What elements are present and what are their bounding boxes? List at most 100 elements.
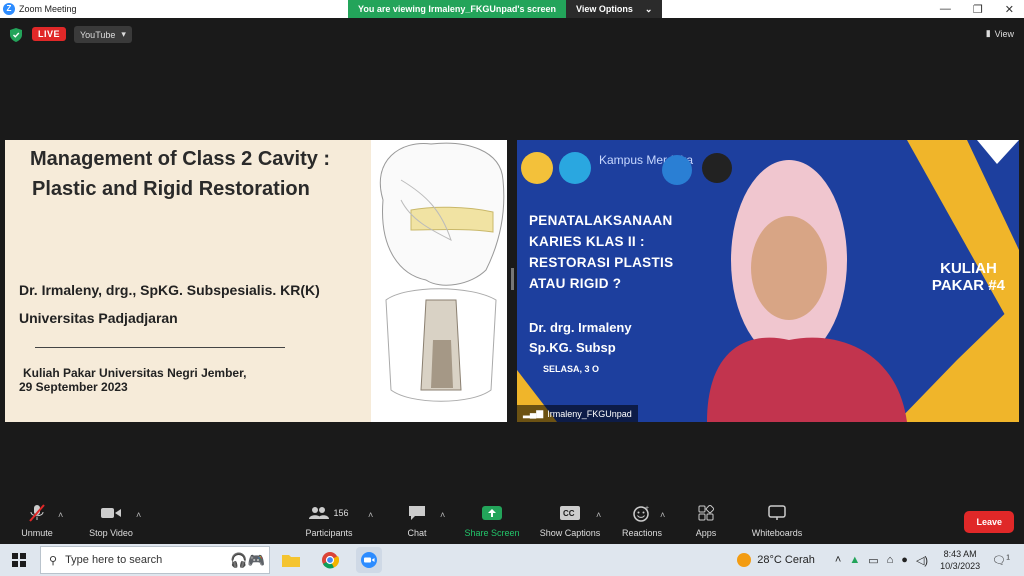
chat-button[interactable]: Chat [400,502,434,538]
tray-mic-icon[interactable]: ● [901,554,908,566]
windows-taskbar: ⚲ Type here to search 🎧🎮 28°C Cerah ˄ ▲ … [0,544,1024,576]
taskbar-clock[interactable]: 8:43 AM 10/3/2023 [940,548,980,572]
slide-university: Universitas Padjadjaran [19,310,178,326]
tray-battery-icon[interactable]: ▭ [868,554,878,567]
view-layout-icon: ▮ [985,28,991,38]
participants-button[interactable]: 156 Participants [300,502,358,538]
zoom-taskbar-icon[interactable] [356,547,382,573]
participant-name: Irmaleny_FKGUnpad [547,408,632,419]
dropdown-arrow-icon: ▾ [121,29,126,39]
participants-count: 156 [333,508,349,518]
reactions-options-caret[interactable]: ˄ [660,510,665,520]
participants-label: Participants [305,528,353,538]
signal-icon: ▂▄▆ [523,408,544,418]
slide-title-line1: Management of Class 2 Cavity : [30,148,331,170]
slide-divider [35,347,285,348]
minimize-icon[interactable]: — [940,3,951,15]
viewing-banner: You are viewing Irmaleny_FKGUnpad's scre… [348,0,663,18]
slide-event-line1: Kuliah Pakar Universitas Negri Jember, [23,366,247,380]
slide-author: Dr. Irmaleny, drg., SpKG. Subspesialis. … [19,282,320,298]
participants-icon [309,507,330,519]
weather-text[interactable]: 28°C Cerah [757,554,815,566]
video-camera-icon [101,508,121,518]
whiteboards-button[interactable]: Whiteboards [746,502,808,538]
file-explorer-icon[interactable] [278,547,304,573]
event-date: SELASA, 3 O [543,364,600,374]
restore-icon[interactable]: ❐ [973,3,983,16]
tray-chevron-icon[interactable]: ˄ [835,554,841,566]
clock-date: 10/3/2023 [940,561,981,571]
speaker-name-line1: Dr. drg. Irmaleny [529,320,632,335]
apps-icon [698,505,714,521]
show-captions-button[interactable]: CC Show Captions [536,502,604,538]
whiteboard-icon [768,505,786,520]
sponsor-logos: Kampus Merdeka [517,148,767,188]
participants-options-caret[interactable]: ˄ [368,510,373,520]
share-screen-label: Share Screen [464,528,520,538]
microphone-muted-icon [29,504,45,522]
svg-text:CC: CC [563,509,575,518]
badge-line1: KULIAH [940,260,997,277]
video-options-caret[interactable]: ˄ [136,510,141,520]
window-title: Zoom Meeting [19,4,77,14]
clock-time: 8:43 AM [943,549,977,559]
viewing-message: You are viewing Irmaleny_FKGUnpad's scre… [348,0,567,18]
stream-service-dropdown[interactable]: YouTube ▾ [74,26,132,43]
share-screen-button[interactable]: Share Screen [460,502,524,538]
search-icon: ⚲ [49,554,58,567]
tooth-illustration [371,140,507,422]
shield-icon[interactable] [10,28,22,42]
speaker-video: Kampus Merdeka PENATALAKSANAAN KARIES KL… [517,140,1019,422]
headline-line: PENATALAKSANAAN [529,213,673,228]
kuliah-badge: KULIAH PAKAR #4 [932,260,1005,294]
system-tray: 28°C Cerah ˄ ▲ ▭ ⌂ ● ◁) 8:43 AM 10/3/202… [737,544,1024,576]
view-options-button[interactable]: View Options ⌄ [566,0,663,18]
leave-button[interactable]: Leave [964,511,1014,533]
show-captions-label: Show Captions [539,528,601,538]
search-highlight-illustration: 🎧🎮 [230,551,265,568]
slide-event-line2: 29 September 2023 [19,380,128,394]
audio-options-caret[interactable]: ˄ [58,510,63,520]
zoom-window: Z Zoom Meeting — ❐ ✕ You are viewing Irm… [0,0,1024,576]
video-headline: PENATALAKSANAAN KARIES KLAS II : RESTORA… [529,210,673,294]
captions-options-caret[interactable]: ˄ [596,510,601,520]
tray-volume-icon[interactable]: ◁) [916,554,928,567]
close-icon[interactable]: ✕ [1005,3,1014,16]
headline-line: ATAU RIGID ? [529,276,622,291]
reactions-button[interactable]: + Reactions [618,502,666,538]
headline-line: RESTORASI PLASTIS [529,255,674,270]
svg-text:+: + [645,505,649,512]
apps-label: Apps [695,528,717,538]
search-placeholder: Type here to search [65,554,163,566]
weather-icon [737,553,752,567]
live-badge[interactable]: LIVE [32,27,67,41]
reactions-smiley-icon: + [633,505,649,522]
unmute-button[interactable]: Unmute [14,502,60,538]
chrome-icon[interactable] [317,547,343,573]
tray-network-icon[interactable]: ⌂ [887,554,894,566]
stop-video-button[interactable]: Stop Video [84,502,138,538]
stream-service-label: YouTube [80,29,116,40]
slide-title-line2: Plastic and Rigid Restoration [32,178,310,200]
whiteboards-label: Whiteboards [751,528,803,538]
notification-icon[interactable]: 🗨1 [992,554,1010,567]
shared-screen: Management of Class 2 Cavity : Plastic a… [5,140,507,422]
chat-options-caret[interactable]: ˄ [440,510,445,520]
taskbar-search-box[interactable]: ⚲ Type here to search 🎧🎮 [40,546,270,574]
captions-icon: CC [560,506,580,520]
chevron-down-icon: ⌄ [644,4,653,14]
chat-icon [409,506,425,520]
participant-name-tag: ▂▄▆ Irmaleny_FKGUnpad [517,405,638,422]
share-screen-icon [482,506,502,520]
view-button[interactable]: ▮ View [986,28,1014,39]
chat-label: Chat [407,528,427,538]
badge-line2: PAKAR #4 [931,277,1005,294]
reactions-label: Reactions [621,528,663,538]
notification-count: 1 [1006,553,1010,561]
headline-line: KARIES KLAS II : [529,234,645,249]
windows-start-icon[interactable] [12,553,26,567]
panel-resize-handle[interactable] [511,268,514,290]
tray-app-icon[interactable]: ▲ [849,554,860,566]
apps-button[interactable]: Apps [690,502,722,538]
view-label: View [994,28,1014,39]
